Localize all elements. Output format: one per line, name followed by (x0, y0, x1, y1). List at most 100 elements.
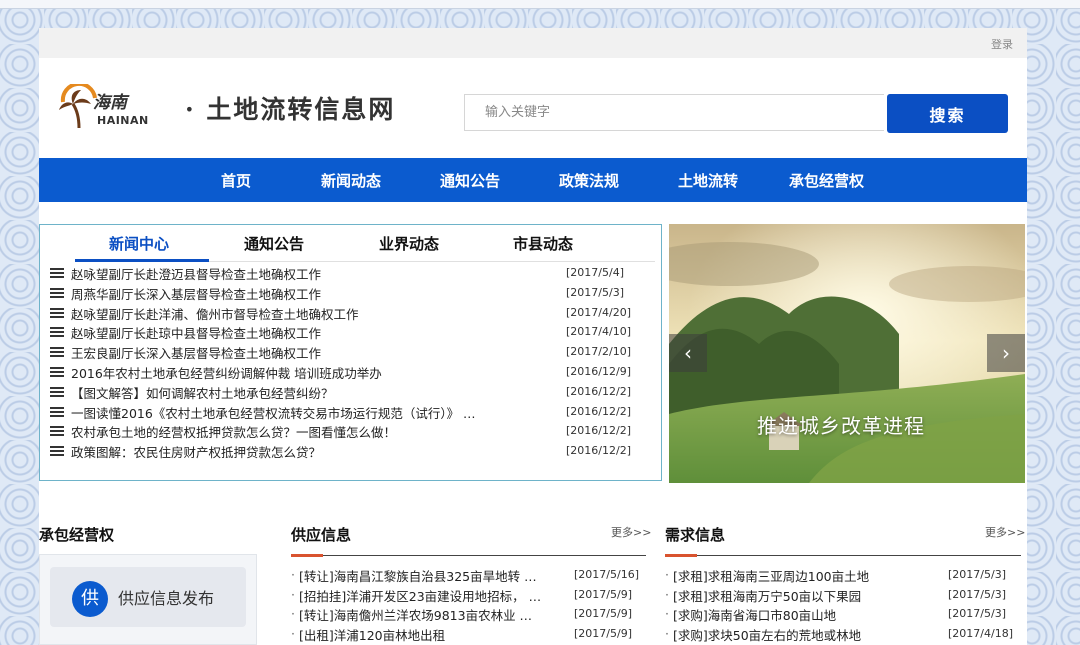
news-date: [2017/5/3] (566, 285, 624, 299)
demand-item-date: [2017/5/3] (948, 568, 1006, 581)
nav-item-contract-rights[interactable]: 承包经营权 (789, 170, 864, 191)
news-list-item[interactable]: 赵咏望副厅长赴琼中县督导检查土地确权工作 [2017/4/10] (50, 322, 650, 342)
supply-more-link[interactable]: 更多>> (611, 524, 651, 540)
news-list-item[interactable]: 农村承包土地的经营权抵押贷款怎么贷？一图看懂怎么做！ [2016/12/2] (50, 421, 650, 441)
demand-item-title[interactable]: [求租]求租海南万宁50亩以下果园 (673, 586, 933, 605)
news-list-item[interactable]: 周燕华副厅长深入基层督导检查土地确权工作 [2017/5/3] (50, 283, 650, 303)
publish-supply-button[interactable]: 供 供应信息发布 (50, 567, 246, 627)
news-list-item[interactable]: 政策图解：农民住房财产权抵押贷款怎么贷？ [2016/12/2] (50, 441, 650, 461)
news-date: [2016/12/2] (566, 424, 631, 438)
main-nav: 首页 新闻动态 通知公告 政策法规 土地流转 承包经营权 (39, 158, 1027, 202)
list-bullet-icon (50, 307, 64, 318)
news-list: 赵咏望副厅长赴澄迈县督导检查土地确权工作 [2017/5/4] 周燕华副厅长深入基层… (50, 263, 650, 461)
news-date: [2016/12/2] (566, 444, 631, 458)
tab-county[interactable]: 市县动态 (513, 233, 573, 254)
demand-list-item[interactable]: · [求租]求租海南三亚周边100亩土地 [2017/5/3] (665, 564, 1025, 584)
demand-section-title: 需求信息 (665, 526, 726, 544)
news-list-item[interactable]: 一图读懂2016《农村土地承包经营权流转交易市场运行规范（试行）》 … [2016… (50, 402, 650, 422)
dot-icon: · (665, 606, 669, 621)
image-carousel[interactable]: ‹ › 推进城乡改革进程 (669, 224, 1025, 483)
carousel-prev-button[interactable]: ‹ (669, 334, 707, 372)
news-title[interactable]: 赵咏望副厅长赴洋浦、儋州市督导检查土地确权工作 (71, 304, 531, 323)
demand-item-title[interactable]: [求购]海南省海口市80亩山地 (673, 605, 933, 624)
carousel-next-button[interactable]: › (987, 334, 1025, 372)
list-bullet-icon (50, 406, 64, 417)
site-logo[interactable]: 海南 HAINAN · 土地流转信息网 (59, 82, 419, 138)
supply-list-item[interactable]: · [转让]海南儋州兰洋农场9813亩农林业 … [2017/5/9] (291, 603, 651, 623)
demand-item-title[interactable]: [求购]求块50亩左右的荒地或林地 (673, 625, 933, 644)
demand-item-date: [2017/5/3] (948, 607, 1006, 620)
top-bar: 登录 (39, 28, 1027, 58)
supply-list: · [转让]海南昌江黎族自治县325亩旱地转 … [2017/5/16] · [招拍挂]… (291, 564, 651, 643)
news-title[interactable]: 赵咏望副厅长赴琼中县督导检查土地确权工作 (71, 323, 531, 342)
news-date: [2017/2/10] (566, 345, 631, 359)
demand-more-link[interactable]: 更多>> (985, 524, 1025, 540)
news-title[interactable]: 王宏良副厅长深入基层督导检查土地确权工作 (71, 343, 531, 362)
news-date: [2017/5/4] (566, 266, 624, 279)
demand-list-item[interactable]: · [求购]求块50亩左右的荒地或林地 [2017/4/18] (665, 623, 1025, 643)
supply-list-item[interactable]: · [转让]海南昌江黎族自治县325亩旱地转 … [2017/5/16] (291, 564, 651, 584)
supply-item-date: [2017/5/9] (574, 587, 632, 601)
tab-notices[interactable]: 通知公告 (244, 233, 304, 254)
supply-list-item[interactable]: · [招拍挂]洋浦开发区23亩建设用地招标， … [2017/5/9] (291, 584, 651, 604)
news-title[interactable]: 一图读懂2016《农村土地承包经营权流转交易市场运行规范（试行）》 … (71, 403, 531, 422)
news-title[interactable]: 农村承包土地的经营权抵押贷款怎么贷？一图看懂怎么做！ (71, 422, 531, 441)
news-list-item[interactable]: 赵咏望副厅长赴洋浦、儋州市督导检查土地确权工作 [2017/4/20] (50, 303, 650, 323)
news-list-item[interactable]: 2016年农村土地承包经营纠纷调解仲裁 培训班成功举办 [2016/12/9] (50, 362, 650, 382)
search-input[interactable] (464, 94, 884, 131)
supply-list-item[interactable]: · [出租]洋浦120亩林地出租 [2017/5/9] (291, 623, 651, 643)
dot-icon: · (665, 567, 669, 582)
demand-item-date: [2017/5/3] (948, 587, 1006, 601)
nav-item-notices[interactable]: 通知公告 (440, 170, 500, 191)
active-tab-indicator (75, 259, 209, 262)
news-title[interactable]: 【图文解答】如何调解农村土地承包经营纠纷？ (71, 383, 531, 402)
supply-item-title[interactable]: [转让]海南昌江黎族自治县325亩旱地转 … (299, 566, 559, 585)
list-bullet-icon (50, 426, 64, 437)
list-bullet-icon (50, 327, 64, 338)
demand-list-item[interactable]: · [求购]海南省海口市80亩山地 [2017/5/3] (665, 603, 1025, 623)
news-panel: 新闻中心 通知公告 业界动态 市县动态 赵咏望副厅长赴澄迈县督导检查土地确权工作… (39, 224, 662, 481)
news-list-item[interactable]: 赵咏望副厅长赴澄迈县督导检查土地确权工作 [2017/5/4] (50, 263, 650, 283)
list-bullet-icon (50, 446, 64, 457)
supply-divider (291, 555, 646, 556)
demand-item-title[interactable]: [求租]求租海南三亚周边100亩土地 (673, 566, 933, 585)
nav-item-news[interactable]: 新闻动态 (321, 170, 381, 191)
nav-item-land-transfer[interactable]: 土地流转 (678, 170, 738, 191)
demand-list: · [求租]求租海南三亚周边100亩土地 [2017/5/3] · [求租]求租海南万宁… (665, 564, 1025, 643)
supply-item-title[interactable]: [转让]海南儋州兰洋农场9813亩农林业 … (299, 605, 559, 624)
demand-item-date: [2017/4/18] (948, 626, 1013, 640)
dot-icon: · (291, 625, 295, 641)
news-date: [2016/12/2] (566, 404, 631, 418)
news-title[interactable]: 政策图解：农民住房财产权抵押贷款怎么贷？ (71, 442, 531, 461)
supply-item-title[interactable]: [出租]洋浦120亩林地出租 (299, 625, 559, 644)
news-date: [2016/12/2] (566, 384, 631, 398)
landscape-image (669, 224, 1025, 483)
supply-item-date: [2017/5/9] (574, 626, 632, 640)
news-title[interactable]: 周燕华副厅长深入基层督导检查土地确权工作 (71, 284, 531, 303)
search-button[interactable]: 搜索 (887, 94, 1008, 133)
supply-icon: 供 (72, 581, 108, 617)
nav-item-home[interactable]: 首页 (221, 170, 251, 191)
tab-news-center[interactable]: 新闻中心 (109, 233, 169, 254)
nav-item-policies[interactable]: 政策法规 (559, 170, 619, 191)
news-list-item[interactable]: 王宏良副厅长深入基层督导检查土地确权工作 [2017/2/10] (50, 342, 650, 362)
news-date: [2016/12/9] (566, 364, 631, 378)
news-list-item[interactable]: 【图文解答】如何调解农村土地承包经营纠纷？ [2016/12/2] (50, 382, 650, 402)
logo-hainan-cn: 海南 (93, 93, 127, 113)
dot-icon: · (291, 567, 295, 582)
news-title[interactable]: 2016年农村土地承包经营纠纷调解仲裁 培训班成功举办 (71, 363, 531, 382)
logo-title: · 土地流转信息网 (185, 95, 396, 124)
dot-icon: · (665, 625, 669, 641)
demand-list-item[interactable]: · [求租]求租海南万宁50亩以下果园 [2017/5/3] (665, 584, 1025, 604)
supply-section-title: 供应信息 (291, 526, 352, 544)
news-date: [2017/4/20] (566, 305, 631, 319)
supply-item-date: [2017/5/9] (574, 607, 632, 620)
news-date: [2017/4/10] (566, 325, 631, 339)
supply-item-title[interactable]: [招拍挂]洋浦开发区23亩建设用地招标， … (299, 586, 559, 605)
supply-item-date: [2017/5/16] (574, 568, 639, 581)
login-link[interactable]: 登录 (991, 36, 1013, 52)
publish-label: 供应信息发布 (118, 589, 215, 608)
news-tabs: 新闻中心 通知公告 业界动态 市县动态 (75, 225, 655, 262)
news-title[interactable]: 赵咏望副厅长赴澄迈县督导检查土地确权工作 (71, 264, 531, 283)
tab-industry[interactable]: 业界动态 (379, 233, 439, 254)
